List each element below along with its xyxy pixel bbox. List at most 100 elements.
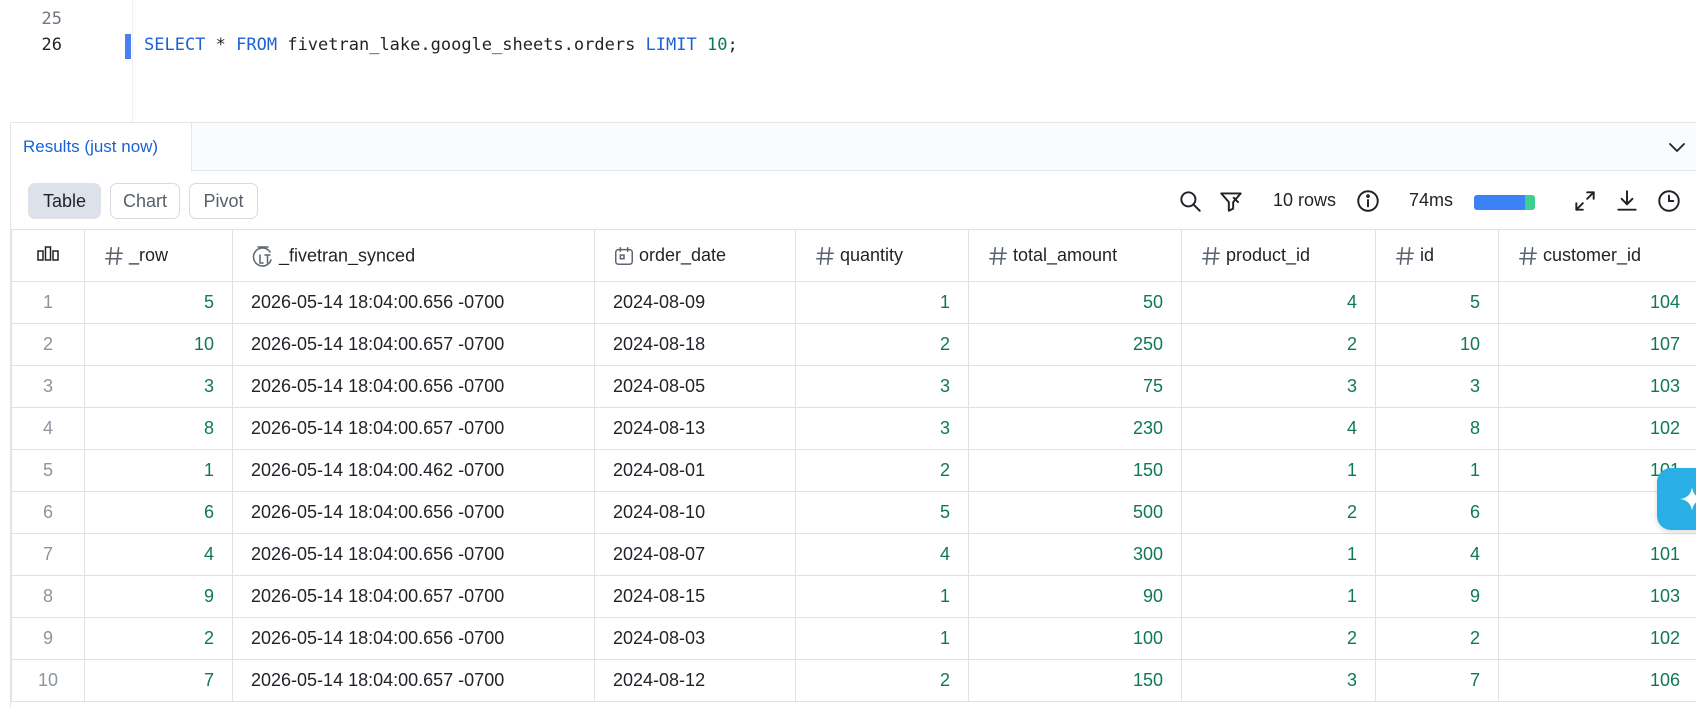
- table-cell[interactable]: 1: [1181, 575, 1376, 618]
- table-cell[interactable]: 9: [1375, 575, 1499, 618]
- table-cell[interactable]: 7: [84, 659, 233, 702]
- table-cell[interactable]: 2026-05-14 18:04:00.462 -0700: [232, 449, 595, 492]
- table-cell[interactable]: 2024-08-07: [594, 533, 796, 576]
- column-header[interactable]: _fivetran_synced: [232, 229, 595, 282]
- table-cell[interactable]: 103: [1498, 575, 1696, 618]
- table-cell[interactable]: 1: [1375, 449, 1499, 492]
- sql-query[interactable]: SELECT * FROM fivetran_lake.google_sheet…: [144, 32, 738, 58]
- column-header[interactable]: order_date: [594, 229, 796, 282]
- table-cell[interactable]: 2024-08-03: [594, 617, 796, 660]
- table-cell[interactable]: 2026-05-14 18:04:00.657 -0700: [232, 659, 595, 702]
- column-header[interactable]: product_id: [1181, 229, 1376, 282]
- view-chart-button[interactable]: Chart: [110, 183, 180, 219]
- table-cell[interactable]: 2024-08-09: [594, 281, 796, 324]
- table-cell[interactable]: 2026-05-14 18:04:00.656 -0700: [232, 281, 595, 324]
- column-chooser[interactable]: [11, 229, 85, 282]
- code-line[interactable]: 25: [0, 6, 1696, 32]
- table-cell[interactable]: 3: [1181, 659, 1376, 702]
- table-cell[interactable]: 5: [84, 281, 233, 324]
- table-cell[interactable]: 2024-08-18: [594, 323, 796, 366]
- table-cell[interactable]: 75: [968, 365, 1182, 408]
- table-cell[interactable]: 10: [84, 323, 233, 366]
- table-row[interactable]: 3 3 2026-05-14 18:04:00.656 -0700 2024-08-0…: [11, 365, 1696, 408]
- table-cell[interactable]: 4: [84, 533, 233, 576]
- table-cell[interactable]: 2026-05-14 18:04:00.657 -0700: [232, 323, 595, 366]
- table-cell[interactable]: 90: [968, 575, 1182, 618]
- table-cell[interactable]: 300: [968, 533, 1182, 576]
- info-icon[interactable]: [1355, 188, 1381, 214]
- table-cell[interactable]: 1: [1181, 533, 1376, 576]
- table-row[interactable]: 5 1 2026-05-14 18:04:00.462 -0700 2024-08-0…: [11, 449, 1696, 492]
- table-row[interactable]: 2 10 2026-05-14 18:04:00.657 -0700 2024-08-…: [11, 323, 1696, 366]
- table-cell[interactable]: 1: [1181, 449, 1376, 492]
- table-cell[interactable]: 102: [1498, 407, 1696, 450]
- code-line-active[interactable]: 26 SELECT * FROM fivetran_lake.google_sh…: [0, 32, 1696, 59]
- table-cell[interactable]: 3: [84, 365, 233, 408]
- column-header[interactable]: quantity: [795, 229, 969, 282]
- search-icon[interactable]: [1177, 188, 1203, 214]
- column-header[interactable]: _row: [84, 229, 233, 282]
- table-cell[interactable]: 2026-05-14 18:04:00.657 -0700: [232, 575, 595, 618]
- table-cell[interactable]: 2026-05-14 18:04:00.656 -0700: [232, 365, 595, 408]
- table-cell[interactable]: 101: [1498, 533, 1696, 576]
- row-index[interactable]: 4: [11, 407, 85, 450]
- table-cell[interactable]: 2: [1181, 617, 1376, 660]
- table-cell[interactable]: 2024-08-10: [594, 491, 796, 534]
- table-cell[interactable]: 1: [795, 281, 969, 324]
- table-cell[interactable]: 2024-08-05: [594, 365, 796, 408]
- table-cell[interactable]: 6: [1375, 491, 1499, 534]
- table-cell[interactable]: 2: [1181, 323, 1376, 366]
- table-cell[interactable]: 3: [1181, 365, 1376, 408]
- row-index[interactable]: 8: [11, 575, 85, 618]
- table-cell[interactable]: 3: [795, 365, 969, 408]
- table-cell[interactable]: 4: [1181, 407, 1376, 450]
- table-cell[interactable]: 2: [795, 659, 969, 702]
- row-index[interactable]: 6: [11, 491, 85, 534]
- sql-editor[interactable]: 25 26 SELECT * FROM fivetran_lake.google…: [0, 0, 1696, 122]
- filter-icon[interactable]: [1218, 188, 1244, 214]
- table-cell[interactable]: 2024-08-15: [594, 575, 796, 618]
- results-tab[interactable]: Results (just now): [11, 123, 192, 172]
- table-cell[interactable]: 2: [795, 323, 969, 366]
- table-cell[interactable]: 2024-08-01: [594, 449, 796, 492]
- table-cell[interactable]: 6: [84, 491, 233, 534]
- row-index[interactable]: 2: [11, 323, 85, 366]
- column-header[interactable]: total_amount: [968, 229, 1182, 282]
- table-cell[interactable]: 150: [968, 659, 1182, 702]
- column-header[interactable]: customer_id: [1498, 229, 1696, 282]
- table-cell[interactable]: 500: [968, 491, 1182, 534]
- table-row[interactable]: 4 8 2026-05-14 18:04:00.657 -0700 2024-08-1…: [11, 407, 1696, 450]
- download-icon[interactable]: [1614, 188, 1640, 214]
- table-row[interactable]: 6 6 2026-05-14 18:04:00.656 -0700 2024-08-1…: [11, 491, 1696, 534]
- table-row[interactable]: 10 7 2026-05-14 18:04:00.657 -0700 2024-08-…: [11, 659, 1696, 702]
- table-cell[interactable]: 2026-05-14 18:04:00.656 -0700: [232, 533, 595, 576]
- table-cell[interactable]: 104: [1498, 281, 1696, 324]
- table-cell[interactable]: 1: [84, 449, 233, 492]
- table-cell[interactable]: 2026-05-14 18:04:00.656 -0700: [232, 491, 595, 534]
- table-cell[interactable]: 106: [1498, 659, 1696, 702]
- table-row[interactable]: 8 9 2026-05-14 18:04:00.657 -0700 2024-08-1…: [11, 575, 1696, 618]
- table-cell[interactable]: 250: [968, 323, 1182, 366]
- table-cell[interactable]: 5: [1375, 281, 1499, 324]
- table-cell[interactable]: 2026-05-14 18:04:00.656 -0700: [232, 617, 595, 660]
- table-row[interactable]: 1 5 2026-05-14 18:04:00.656 -0700 2024-08-0…: [11, 281, 1696, 324]
- table-cell[interactable]: 1: [795, 617, 969, 660]
- row-index[interactable]: 10: [11, 659, 85, 702]
- column-header[interactable]: id: [1375, 229, 1499, 282]
- table-cell[interactable]: 102: [1498, 617, 1696, 660]
- table-cell[interactable]: 3: [1375, 365, 1499, 408]
- row-index[interactable]: 3: [11, 365, 85, 408]
- table-cell[interactable]: 107: [1498, 323, 1696, 366]
- row-index[interactable]: 1: [11, 281, 85, 324]
- table-cell[interactable]: 8: [1375, 407, 1499, 450]
- table-cell[interactable]: 50: [968, 281, 1182, 324]
- table-cell[interactable]: 10: [1375, 323, 1499, 366]
- table-cell[interactable]: 2: [795, 449, 969, 492]
- table-cell[interactable]: 100: [968, 617, 1182, 660]
- table-cell[interactable]: 5: [795, 491, 969, 534]
- history-icon[interactable]: [1656, 188, 1682, 214]
- table-cell[interactable]: 4: [1181, 281, 1376, 324]
- view-table-button[interactable]: Table: [28, 183, 101, 219]
- table-cell[interactable]: 2026-05-14 18:04:00.657 -0700: [232, 407, 595, 450]
- row-index[interactable]: 7: [11, 533, 85, 576]
